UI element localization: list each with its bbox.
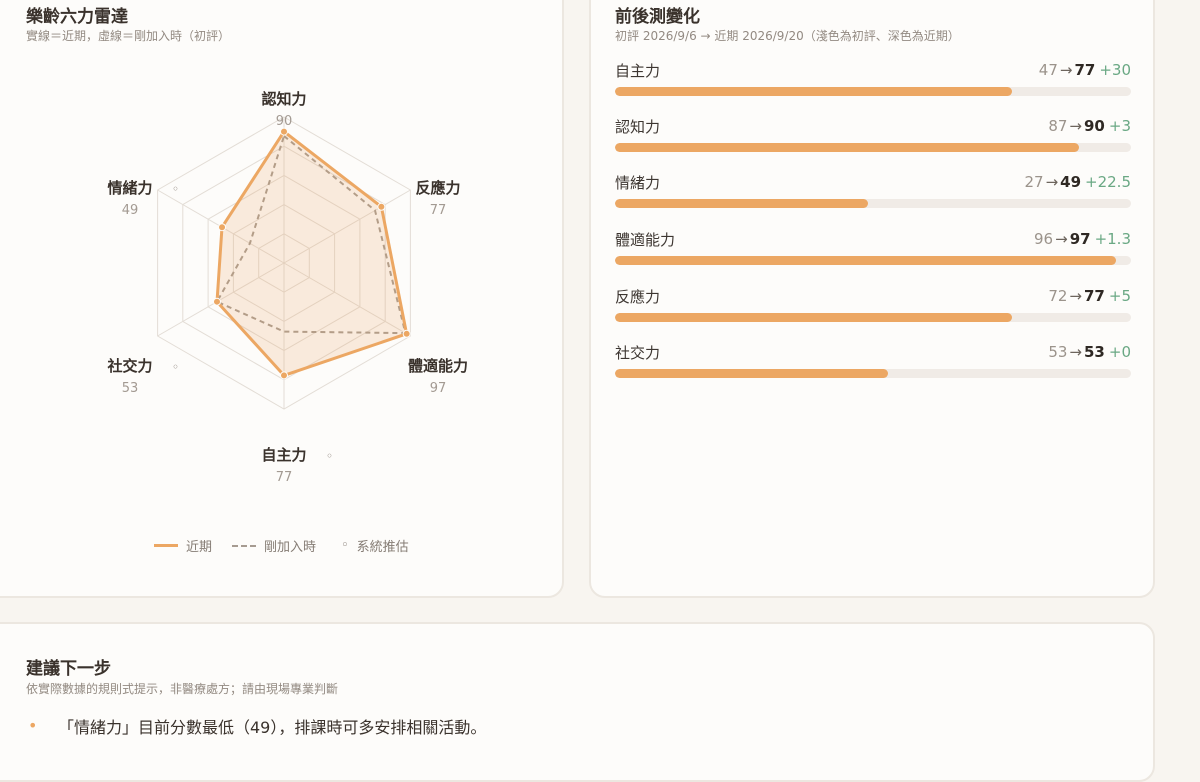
- metric-label: 情緒力: [615, 174, 661, 192]
- metric-values: 53 → 53 +0: [1048, 343, 1131, 361]
- estimated-marker-icon: ◦: [172, 182, 179, 196]
- progress-fill: [615, 256, 1116, 265]
- legend-initial-label: 剛加入時: [264, 540, 317, 555]
- metric-delta: +1.3: [1094, 230, 1131, 248]
- arrow-right-icon: →: [1069, 343, 1082, 361]
- metric-delta: +0: [1108, 343, 1131, 361]
- metric-after: 77: [1074, 61, 1096, 79]
- legend-recent-swatch: [154, 544, 178, 547]
- radar-point-recent: [218, 223, 227, 232]
- metric-after: 77: [1084, 287, 1105, 305]
- metric-row: 反應力 72 → 77 +5: [615, 286, 1131, 326]
- progress-track: [615, 313, 1131, 322]
- metric-label: 自主力: [615, 62, 661, 80]
- progress-track: [615, 87, 1131, 96]
- metric-delta: +30: [1099, 61, 1131, 79]
- radar-axis-value: 77: [430, 203, 447, 218]
- radar-axis-label: 反應力: [415, 179, 460, 197]
- legend-estimated-marker: ◦: [341, 538, 349, 553]
- legend-initial: 剛加入時: [232, 536, 316, 555]
- radar-axis-label: 體適能力: [408, 357, 468, 375]
- metric-after: 97: [1069, 230, 1091, 248]
- radar-card: 樂齡六力雷達 實線＝近期，虛線＝剛加入時（初評） 認知力 90 反應力 77 體適能力 9…: [0, 0, 564, 598]
- radar-point-recent: [280, 371, 288, 380]
- progress-track: [615, 199, 1131, 208]
- bullet-icon: •: [28, 716, 38, 735]
- progress-track: [615, 143, 1131, 152]
- estimated-marker-icon: ◦: [172, 360, 179, 374]
- metric-row: 情緒力 27 → 49 +22.5: [615, 172, 1131, 212]
- metric-before: 87: [1048, 117, 1068, 135]
- arrow-right-icon: →: [1059, 61, 1073, 79]
- metric-after: 53: [1084, 343, 1105, 361]
- progress-fill: [615, 369, 889, 378]
- arrow-right-icon: →: [1045, 173, 1059, 191]
- progress-track: [615, 369, 1131, 378]
- next-step-title: 建議下一步: [26, 659, 111, 679]
- advice-item: 「情緒力」目前分數最低（49），排課時可多安排相關活動。: [58, 718, 487, 737]
- progress-fill: [615, 313, 1013, 322]
- next-step-card: 建議下一步 依實際數據的規則式提示，非醫療處方；請由現場專業判斷 • 「情緒力」…: [0, 622, 1155, 782]
- metric-label: 認知力: [615, 118, 661, 136]
- legend-estimated: ◦ 系統推估: [341, 536, 409, 555]
- radar-axis-label: 情緒力: [107, 179, 152, 197]
- progress-track: [615, 256, 1131, 265]
- estimated-marker-icon: ◦: [326, 449, 333, 463]
- legend-initial-swatch: [232, 544, 256, 547]
- metric-delta: +3: [1108, 117, 1131, 135]
- change-subtitle: 初評 2026/9/6 → 近期 2026/9/20（淺色為初評、深色為近期）: [615, 29, 960, 43]
- metric-row: 自主力 47 → 77 +30: [615, 60, 1131, 100]
- radar-chart: 認知力 90 反應力 77 體適能力 97 自主力 ◦ 77 社交力 ◦ 53 情緒力 ◦ 49: [106, 90, 468, 485]
- metric-label: 反應力: [615, 288, 661, 306]
- radar-axis-value: 77: [276, 470, 293, 485]
- arrow-right-icon: →: [1069, 287, 1082, 305]
- metric-values: 47 → 77 +30: [1039, 61, 1131, 79]
- progress-fill: [615, 143, 1080, 152]
- legend-recent-label: 近期: [186, 540, 213, 555]
- metric-before: 96: [1034, 230, 1054, 248]
- legend-recent: 近期: [154, 536, 212, 555]
- metric-values: 72 → 77 +5: [1048, 287, 1131, 305]
- metric-label: 體適能力: [615, 231, 676, 249]
- change-title: 前後測變化: [615, 7, 700, 27]
- progress-fill: [615, 87, 1013, 96]
- radar-axis-label: 認知力: [261, 90, 306, 108]
- radar-point-recent: [212, 297, 221, 306]
- metric-row: 社交力 53 → 53 +0: [615, 342, 1131, 382]
- metric-row: 認知力 87 → 90 +3: [615, 116, 1131, 156]
- metric-label: 社交力: [615, 344, 661, 362]
- radar-axis-value: 90: [276, 114, 293, 129]
- radar-axis-label: 自主力: [261, 446, 306, 464]
- metric-delta: +22.5: [1085, 173, 1131, 191]
- metric-after: 49: [1060, 173, 1082, 191]
- metric-before: 47: [1038, 61, 1058, 79]
- radar-point-recent: [280, 127, 288, 136]
- metric-before: 27: [1024, 173, 1044, 191]
- metric-after: 90: [1084, 117, 1105, 135]
- metric-values: 27 → 49 +22.5: [1024, 173, 1131, 191]
- progress-fill: [615, 199, 868, 208]
- legend-estimated-label: 系統推估: [356, 540, 409, 555]
- next-step-subtitle: 依實際數據的規則式提示，非醫療處方；請由現場專業判斷: [26, 682, 339, 696]
- metric-row: 體適能力 96 → 97 +1.3: [615, 229, 1131, 269]
- radar-axis-value: 53: [122, 381, 139, 396]
- metric-before: 72: [1048, 287, 1068, 305]
- metric-values: 87 → 90 +3: [1048, 117, 1131, 135]
- radar-axis-value: 97: [430, 381, 447, 396]
- radar-axis-label: 社交力: [106, 357, 152, 375]
- radar-axis-value: 49: [122, 203, 139, 218]
- arrow-right-icon: →: [1069, 117, 1082, 135]
- arrow-right-icon: →: [1055, 230, 1068, 248]
- metric-delta: +5: [1108, 287, 1131, 305]
- metric-values: 96 → 97 +1.3: [1034, 230, 1131, 248]
- metric-before: 53: [1048, 343, 1068, 361]
- radar-point-recent: [402, 329, 411, 338]
- change-card: 前後測變化 初評 2026/9/6 → 近期 2026/9/20（淺色為初評、深…: [589, 0, 1155, 598]
- radar-point-recent: [377, 202, 386, 211]
